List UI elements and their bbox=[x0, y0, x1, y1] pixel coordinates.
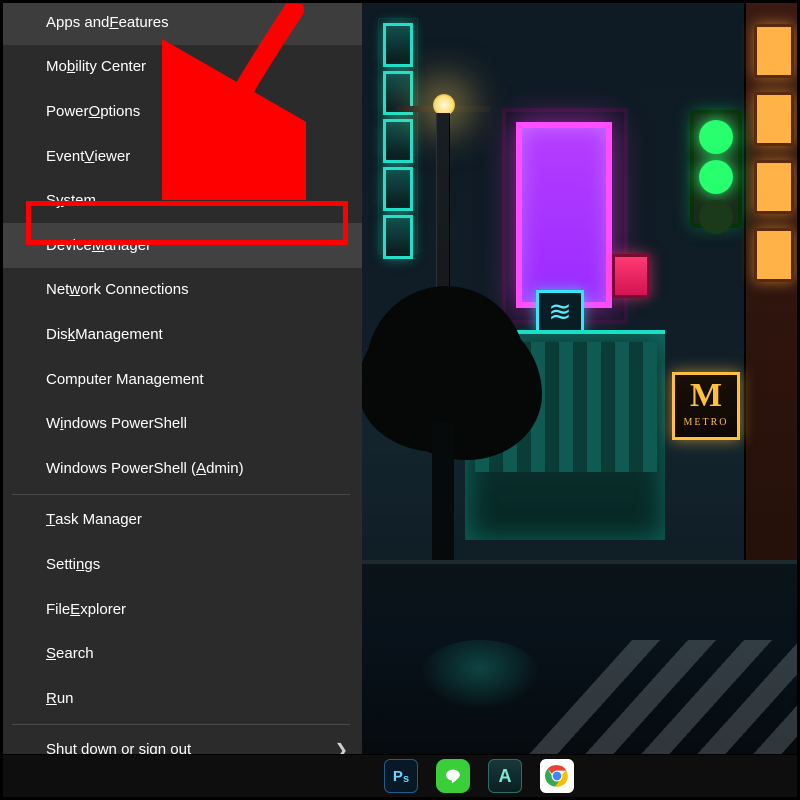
menu-item-mnemonic: O bbox=[89, 103, 101, 120]
menu-item-mnemonic: w bbox=[69, 281, 80, 298]
taskbar-app-autocad[interactable]: A bbox=[488, 759, 522, 793]
wallpaper-sign-wave bbox=[536, 290, 584, 334]
autocad-icon-letter: A bbox=[499, 766, 512, 787]
menu-item-system[interactable]: System bbox=[0, 178, 362, 223]
menu-item-settings[interactable]: Settings bbox=[0, 542, 362, 587]
wallpaper-sign-red bbox=[612, 254, 650, 298]
menu-separator bbox=[12, 494, 350, 495]
wallpaper-billboard bbox=[516, 122, 612, 308]
wallpaper-traffic-light bbox=[690, 110, 742, 228]
line-icon bbox=[442, 765, 464, 787]
menu-item-device-manager[interactable]: Device Manager bbox=[0, 223, 362, 268]
menu-item-mnemonic: F bbox=[109, 14, 118, 31]
menu-item-mnemonic: k bbox=[68, 326, 76, 343]
menu-item-text-post: gs bbox=[84, 556, 100, 573]
menu-item-mnemonic: E bbox=[70, 601, 80, 618]
menu-group: Apps and FeaturesMobility CenterPower Op… bbox=[0, 0, 362, 491]
menu-item-text-pre: Apps and bbox=[46, 14, 109, 31]
menu-item-text-pre: S bbox=[46, 192, 56, 209]
taskbar-app-chrome[interactable] bbox=[540, 759, 574, 793]
menu-item-text-post: iewer bbox=[94, 148, 130, 165]
menu-item-mnemonic: b bbox=[67, 58, 75, 75]
menu-item-network-connections[interactable]: Network Connections bbox=[0, 268, 362, 313]
menu-item-text-pre: Net bbox=[46, 281, 69, 298]
menu-item-power-options[interactable]: Power Options bbox=[0, 89, 362, 134]
menu-item-mnemonic: A bbox=[196, 460, 206, 477]
menu-item-search[interactable]: Search bbox=[0, 631, 362, 676]
photoshop-icon-letter-1: P bbox=[393, 768, 403, 785]
metro-sign-text: METRO bbox=[675, 417, 737, 428]
menu-item-text-pre: Device bbox=[46, 237, 92, 254]
wallpaper-trunk bbox=[432, 422, 454, 572]
wallpaper-reflection bbox=[420, 640, 540, 710]
menu-item-mnemonic: R bbox=[46, 690, 57, 707]
menu-item-text-post: anager bbox=[104, 237, 151, 254]
menu-item-text-post: un bbox=[57, 690, 74, 707]
taskbar-app-photoshop[interactable]: Ps bbox=[384, 759, 418, 793]
menu-item-powershell-admin[interactable]: Windows PowerShell (Admin) bbox=[0, 446, 362, 491]
wallpaper-kerb bbox=[360, 560, 800, 564]
menu-item-text-post: eatures bbox=[119, 14, 169, 31]
menu-item-file-explorer[interactable]: File Explorer bbox=[0, 587, 362, 632]
menu-item-powershell[interactable]: Windows PowerShell bbox=[0, 401, 362, 446]
menu-item-text-post: stem bbox=[64, 192, 97, 209]
menu-item-mnemonic: g bbox=[154, 371, 162, 388]
menu-item-text-post: Management bbox=[75, 326, 163, 343]
taskbar-pinned-apps: Ps A bbox=[384, 759, 574, 793]
menu-item-mnemonic: T bbox=[46, 511, 55, 528]
menu-item-text-post: ndows PowerShell bbox=[64, 415, 187, 432]
menu-item-text-post: earch bbox=[56, 645, 94, 662]
menu-item-computer-management[interactable]: Computer Management bbox=[0, 357, 362, 402]
taskbar-app-line[interactable] bbox=[436, 759, 470, 793]
menu-item-mnemonic: V bbox=[84, 148, 94, 165]
menu-item-text-pre: W bbox=[46, 415, 60, 432]
menu-item-text-pre: Setti bbox=[46, 556, 76, 573]
menu-group: Task ManagerSettingsFile ExplorerSearchR… bbox=[0, 498, 362, 721]
menu-item-text-post: ement bbox=[162, 371, 204, 388]
menu-item-mnemonic: y bbox=[56, 192, 64, 209]
menu-item-text-post: ask Manager bbox=[55, 511, 142, 528]
menu-item-text-pre: File bbox=[46, 601, 70, 618]
winx-context-menu[interactable]: Apps and FeaturesMobility CenterPower Op… bbox=[0, 0, 362, 754]
menu-item-run[interactable]: Run bbox=[0, 676, 362, 721]
menu-item-mobility-center[interactable]: Mobility Center bbox=[0, 45, 362, 90]
menu-item-mnemonic: M bbox=[92, 237, 105, 254]
menu-item-text-pre: Mo bbox=[46, 58, 67, 75]
menu-item-apps-features[interactable]: Apps and Features bbox=[0, 0, 362, 45]
menu-item-text-post: xplorer bbox=[80, 601, 126, 618]
menu-separator bbox=[12, 724, 350, 725]
menu-item-text-pre: Computer Mana bbox=[46, 371, 154, 388]
menu-item-disk-management[interactable]: Disk Management bbox=[0, 312, 362, 357]
menu-item-text-post: dmin) bbox=[206, 460, 244, 477]
photoshop-icon-letter-2: s bbox=[403, 773, 409, 785]
menu-item-event-viewer[interactable]: Event Viewer bbox=[0, 134, 362, 179]
menu-item-text-pre: Windows PowerShell ( bbox=[46, 460, 196, 477]
menu-item-text-post: ork Connections bbox=[80, 281, 188, 298]
menu-item-task-manager[interactable]: Task Manager bbox=[0, 498, 362, 543]
chrome-icon bbox=[544, 763, 570, 789]
menu-item-text-post: ptions bbox=[100, 103, 140, 120]
metro-sign-letter: M bbox=[675, 375, 737, 417]
menu-item-text-pre: Power bbox=[46, 103, 89, 120]
menu-item-text-pre: Event bbox=[46, 148, 84, 165]
menu-item-text-post: ility Center bbox=[75, 58, 146, 75]
taskbar: Ps A bbox=[0, 754, 800, 800]
wallpaper-neon-strip bbox=[378, 18, 418, 254]
wallpaper-metro-sign: M METRO bbox=[672, 372, 740, 440]
menu-item-mnemonic: S bbox=[46, 645, 56, 662]
menu-item-mnemonic: n bbox=[76, 556, 84, 573]
menu-item-text-pre: Dis bbox=[46, 326, 68, 343]
